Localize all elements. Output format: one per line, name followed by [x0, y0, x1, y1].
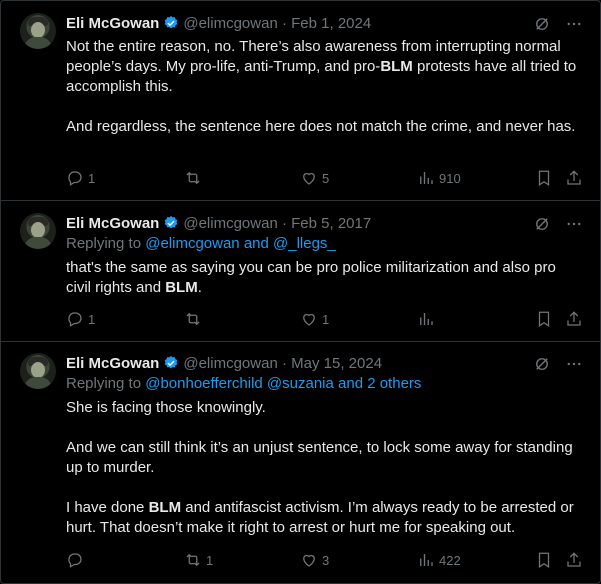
- bookmark-button[interactable]: [535, 310, 553, 328]
- author-name[interactable]: Eli McGowan: [66, 15, 159, 32]
- tweet-header: Eli McGowan @elimcgowan · Feb 1, 2024: [66, 14, 372, 32]
- share-icon: [567, 170, 581, 185]
- tweet-header: Eli McGowan @elimcgowan · Feb 5, 2017: [66, 214, 372, 232]
- share-button[interactable]: [565, 169, 583, 187]
- verified-badge-icon: [165, 356, 178, 369]
- action-bar: 1 5 910: [66, 169, 582, 189]
- paragraph: She is facing those knowingly.: [66, 399, 266, 416]
- more-icon[interactable]: [565, 215, 583, 233]
- reply-mentions-link[interactable]: @bonhoefferchild @suzania and 2 others: [145, 375, 421, 392]
- tweet-text: that's the same as saying you can be pro…: [66, 258, 578, 298]
- grok-icon[interactable]: [533, 215, 551, 233]
- share-icon: [567, 311, 581, 326]
- retweet-button[interactable]: [184, 169, 206, 187]
- reply-button[interactable]: [66, 551, 88, 569]
- author-name[interactable]: Eli McGowan: [66, 215, 159, 232]
- paragraph: And we can still think it’s an unjust se…: [66, 439, 573, 476]
- reply-mentions-link[interactable]: @elimcgowan and @_llegs_: [145, 235, 336, 252]
- bookmark-icon: [538, 311, 550, 327]
- like-icon: [303, 313, 315, 326]
- like-button[interactable]: 5: [300, 169, 329, 187]
- paragraph: Not the entire reason, no. There’s also …: [66, 38, 577, 95]
- reply-icon: [68, 312, 82, 327]
- like-icon: [303, 554, 315, 567]
- views-button[interactable]: 910: [417, 169, 461, 187]
- views-button[interactable]: [417, 310, 439, 328]
- reply-icon: [68, 553, 82, 568]
- retweet-button[interactable]: 1: [184, 551, 213, 569]
- verified-badge-icon: [165, 16, 178, 29]
- retweet-button[interactable]: [184, 310, 206, 328]
- replying-to: Replying to @bonhoefferchild @suzania an…: [66, 375, 422, 392]
- action-bar: 1 1: [66, 310, 582, 330]
- grok-icon[interactable]: [533, 15, 551, 33]
- more-icon[interactable]: [565, 355, 583, 373]
- tweet-date[interactable]: May 15, 2024: [291, 355, 382, 372]
- more-icon[interactable]: [565, 15, 583, 33]
- views-icon: [420, 172, 433, 184]
- reply-button[interactable]: 1: [66, 310, 95, 328]
- share-icon: [567, 552, 581, 567]
- bookmark-icon: [538, 552, 550, 568]
- share-button[interactable]: [565, 551, 583, 569]
- tweet-3[interactable]: Eli McGowan @elimcgowan · May 15, 2024 R…: [0, 342, 601, 584]
- action-bar: 1 3 422: [66, 551, 582, 571]
- tweet-header: Eli McGowan @elimcgowan · May 15, 2024: [66, 354, 383, 372]
- bookmark-icon: [538, 170, 550, 186]
- paragraph: that's the same as saying you can be pro…: [66, 259, 556, 296]
- tweet-date[interactable]: Feb 1, 2024: [291, 15, 371, 32]
- reply-icon: [68, 171, 82, 186]
- tweet-text: She is facing those knowingly. And we ca…: [66, 398, 578, 538]
- views-icon: [420, 554, 433, 566]
- verified-badge-icon: [165, 216, 178, 229]
- paragraph: I have done BLM and antifascist activism…: [66, 499, 574, 536]
- like-icon: [303, 172, 315, 185]
- tweet-2[interactable]: Eli McGowan @elimcgowan · Feb 5, 2017 Re…: [0, 201, 601, 342]
- author-handle[interactable]: @elimcgowan: [183, 215, 277, 232]
- author-handle[interactable]: @elimcgowan: [183, 355, 277, 372]
- like-button[interactable]: 1: [300, 310, 329, 328]
- retweet-icon: [186, 171, 200, 185]
- bookmark-button[interactable]: [535, 169, 553, 187]
- bookmark-button[interactable]: [535, 551, 553, 569]
- author-name[interactable]: Eli McGowan: [66, 355, 159, 372]
- author-handle[interactable]: @elimcgowan: [183, 15, 277, 32]
- views-icon: [420, 313, 433, 325]
- retweet-icon: [186, 553, 200, 567]
- like-button[interactable]: 3: [300, 551, 329, 569]
- retweet-icon: [186, 312, 200, 326]
- tweet-date[interactable]: Feb 5, 2017: [291, 215, 371, 232]
- tweet-1[interactable]: Eli McGowan @elimcgowan · Feb 1, 2024 No…: [0, 0, 601, 201]
- tweet-text: Not the entire reason, no. There’s also …: [66, 37, 578, 137]
- grok-icon[interactable]: [533, 355, 551, 373]
- replying-to: Replying to @elimcgowan and @_llegs_: [66, 235, 336, 252]
- paragraph: And regardless, the sentence here does n…: [66, 118, 576, 135]
- avatar[interactable]: [20, 13, 56, 49]
- reply-button[interactable]: 1: [66, 169, 95, 187]
- share-button[interactable]: [565, 310, 583, 328]
- avatar[interactable]: [20, 353, 56, 389]
- avatar[interactable]: [20, 213, 56, 249]
- views-button[interactable]: 422: [417, 551, 461, 569]
